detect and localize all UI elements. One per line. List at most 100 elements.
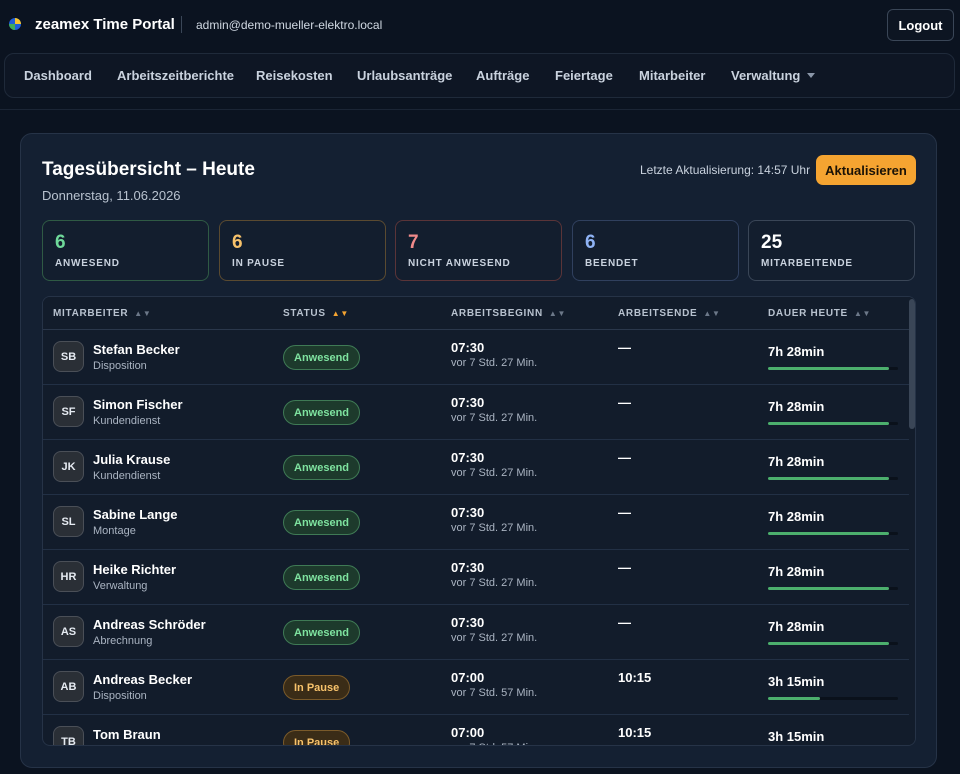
stat-tile-anwesend[interactable]: 6 ANWESEND [42, 220, 209, 281]
chevron-down-icon [807, 73, 816, 79]
stat-label: BEENDET [585, 258, 639, 269]
table-row[interactable]: TB Tom Braun In Pause 07:00 vor 7 Std. 57 Mi… [43, 715, 909, 745]
title-divider [181, 16, 182, 33]
table-row[interactable]: SB Stefan Becker Disposition Anwesend 07:30 v… [43, 330, 909, 385]
start-time: 07:30 [451, 615, 485, 630]
table-row[interactable]: SL Sabine Lange Montage Anwesend 07:30 vor 7 … [43, 495, 909, 550]
top-bar: zeamex Time Portal admin@demo-mueller-el… [0, 0, 960, 50]
start-relative: vor 7 Std. 57 Min. [451, 742, 537, 745]
stat-label: MITARBEITENDE [761, 258, 853, 269]
sort-icon: ▲▼ [853, 309, 872, 318]
avatar: HR [53, 561, 84, 592]
end-time: — [618, 395, 631, 410]
start-relative: vor 7 Std. 27 Min. [451, 412, 538, 424]
duration-progress-track [768, 532, 898, 535]
sort-icon: ▲▼ [134, 309, 152, 318]
end-time: — [618, 340, 631, 355]
table-row[interactable]: HR Heike Richter Verwaltung Anwesend 07:30 vo… [43, 550, 909, 605]
status-badge: Anwesend [283, 620, 361, 645]
nav-item-urlaubsantraege[interactable]: Urlaubsanträge [357, 68, 452, 83]
scrollbar-thumb[interactable] [909, 299, 915, 429]
duration-today: 7h 28min [768, 454, 825, 469]
nav-item-auftraege[interactable]: Aufträge [476, 68, 529, 83]
nav-item-feiertage[interactable]: Feiertage [555, 68, 613, 83]
refresh-button[interactable]: Aktualisieren [816, 155, 916, 185]
employee-name: Andreas Schröder [93, 617, 206, 632]
column-header-arbeitsbeginn[interactable]: ARBEITSBEGINN ▲▼ [451, 308, 566, 319]
table-row[interactable]: AB Andreas Becker Disposition In Pause 07:00… [43, 660, 909, 715]
employee-name: Heike Richter [93, 562, 177, 577]
end-time: 10:15 [618, 725, 652, 740]
header-divider [0, 109, 960, 110]
table-header: MITARBEITER ▲▼ STATUS ▲▼ ARBEITSBEGINN ▲▼ A… [43, 297, 915, 330]
nav-item-dashboard[interactable]: Dashboard [24, 68, 92, 83]
employee-name: Tom Braun [93, 727, 161, 742]
column-header-label: ARBEITSENDE [618, 308, 698, 319]
duration-progress-fill [768, 477, 889, 480]
last-update-text: Letzte Aktualisierung: 14:57 Uhr [640, 163, 811, 177]
employee-department: Abrechnung [93, 635, 153, 647]
stat-label: ANWESEND [55, 258, 120, 269]
end-time: 10:15 [618, 670, 652, 685]
start-relative: vor 7 Std. 27 Min. [451, 522, 538, 534]
employee-name: Simon Fischer [93, 397, 183, 412]
employee-department: Montage [93, 525, 136, 537]
duration-today: 7h 28min [768, 564, 825, 579]
duration-progress-fill [768, 642, 889, 645]
stat-tile-nicht-anwesend[interactable]: 7 NICHT ANWESEND [395, 220, 562, 281]
table-row[interactable]: JK Julia Krause Kundendienst Anwesend 07:30 v… [43, 440, 909, 495]
duration-progress-track [768, 697, 898, 700]
stat-tile-in-pause[interactable]: 6 IN PAUSE [219, 220, 386, 281]
nav-item-verwaltung-label: Verwaltung [731, 68, 801, 83]
start-relative: vor 7 Std. 27 Min. [451, 632, 538, 644]
column-header-label: STATUS [283, 308, 326, 319]
page-title: Tagesübersicht – Heute [42, 159, 255, 180]
column-header-status[interactable]: STATUS ▲▼ [283, 308, 349, 319]
end-time: — [618, 505, 631, 520]
avatar: SF [53, 396, 84, 427]
stat-label: NICHT ANWESEND [408, 258, 511, 269]
column-header-mitarbeiter[interactable]: MITARBEITER ▲▼ [53, 308, 152, 319]
logo-icon [9, 18, 21, 30]
table-row[interactable]: AS Andreas Schröder Abrechnung Anwesend 07:3… [43, 605, 909, 660]
start-time: 07:30 [451, 340, 485, 355]
duration-progress-track [768, 477, 898, 480]
column-header-dauer-heute[interactable]: DAUER HEUTE ▲▼ [768, 308, 871, 319]
nav-item-mitarbeiter[interactable]: Mitarbeiter [639, 68, 705, 83]
nav-item-verwaltung[interactable]: Verwaltung [731, 68, 816, 83]
stat-value: 6 [232, 232, 243, 253]
avatar: SL [53, 506, 84, 537]
stat-value: 6 [55, 232, 66, 253]
table-row[interactable]: SF Simon Fischer Kundendienst Anwesend 07:30… [43, 385, 909, 440]
start-relative: vor 7 Std. 57 Min. [451, 687, 538, 699]
stat-value: 6 [585, 232, 596, 253]
avatar: SB [53, 341, 84, 372]
logout-button[interactable]: Logout [887, 9, 954, 41]
employee-department: Disposition [93, 360, 147, 372]
employee-department: Kundendienst [93, 470, 161, 482]
app-title: zeamex Time Portal [35, 16, 175, 33]
nav-item-arbeitszeitberichte[interactable]: Arbeitszeitberichte [117, 68, 234, 83]
duration-today: 7h 28min [768, 619, 825, 634]
stat-value: 25 [761, 232, 783, 253]
duration-progress-fill [768, 587, 889, 590]
avatar: JK [53, 451, 84, 482]
avatar: TB [53, 726, 84, 745]
duration-today: 3h 15min [768, 674, 825, 689]
stat-value: 7 [408, 232, 419, 253]
stat-tile-beendet[interactable]: 6 BEENDET [572, 220, 739, 281]
column-header-label: MITARBEITER [53, 308, 129, 319]
end-time: — [618, 615, 631, 630]
duration-today: 7h 28min [768, 509, 825, 524]
start-time: 07:30 [451, 505, 485, 520]
start-relative: vor 7 Std. 27 Min. [451, 577, 538, 589]
employee-department: Disposition [93, 690, 147, 702]
current-date: Donnerstag, 11.06.2026 [42, 188, 181, 203]
duration-progress-fill [768, 422, 889, 425]
stat-tile-mitarbeitende[interactable]: 25 MITARBEITENDE [748, 220, 915, 281]
column-header-arbeitsende[interactable]: ARBEITSENDE ▲▼ [618, 308, 721, 319]
duration-today: 3h 15min [768, 729, 825, 744]
start-time: 07:30 [451, 560, 485, 575]
start-time: 07:30 [451, 395, 485, 410]
nav-item-reisekosten[interactable]: Reisekosten [256, 68, 333, 83]
